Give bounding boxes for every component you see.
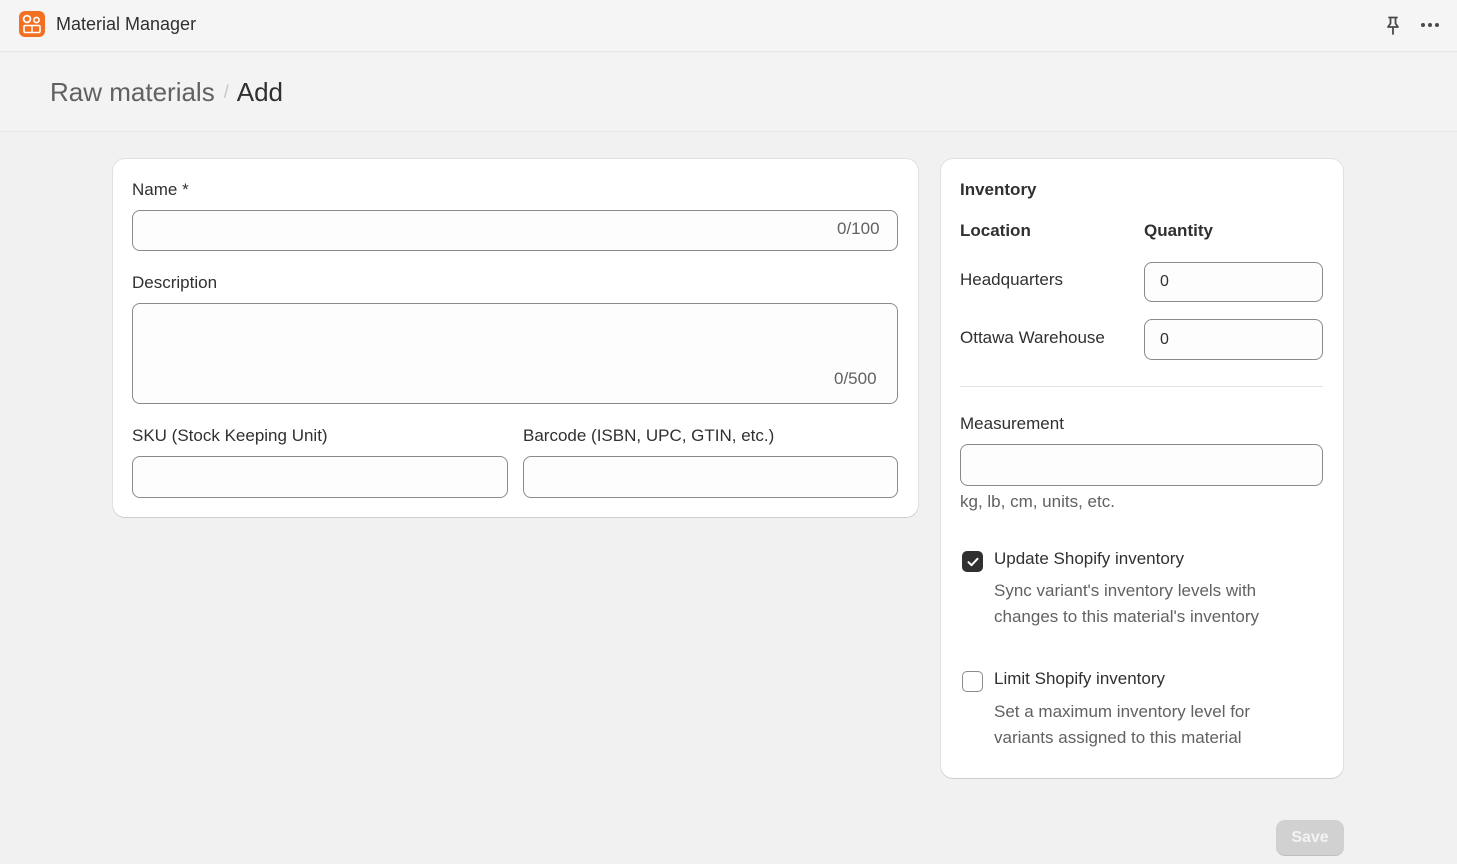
app-title: Material Manager bbox=[56, 14, 197, 34]
save-button[interactable]: Save bbox=[1276, 820, 1344, 856]
breadcrumb: Raw materials / Add bbox=[50, 76, 283, 111]
measurement-input[interactable] bbox=[960, 444, 1323, 486]
pin-icon[interactable] bbox=[1383, 15, 1403, 37]
update-shopify-inventory-description: Sync variant's inventory levels with cha… bbox=[994, 581, 1259, 626]
quantity-input-ottawa-warehouse[interactable] bbox=[1144, 319, 1323, 360]
inventory-card: Inventory Location Quantity Headquarters… bbox=[941, 159, 1343, 778]
barcode-label: Barcode (ISBN, UPC, GTIN, etc.) bbox=[523, 426, 775, 445]
description-char-counter: 0/500 bbox=[834, 369, 877, 388]
description-label: Description bbox=[132, 273, 218, 292]
sku-label: SKU (Stock Keeping Unit) bbox=[132, 426, 328, 445]
page-title: Add bbox=[236, 77, 283, 107]
section-divider bbox=[960, 386, 1323, 387]
description-textarea[interactable] bbox=[132, 303, 898, 404]
name-input[interactable] bbox=[132, 210, 898, 251]
breadcrumb-separator: / bbox=[223, 82, 229, 102]
location-name-headquarters: Headquarters bbox=[960, 270, 1064, 289]
sku-input[interactable] bbox=[132, 456, 508, 498]
inventory-title: Inventory bbox=[960, 180, 1037, 199]
location-column-header: Location bbox=[960, 221, 1031, 240]
checkmark-icon bbox=[967, 557, 979, 567]
location-name-ottawa-warehouse: Ottawa Warehouse bbox=[960, 328, 1105, 347]
name-char-counter: 0/100 bbox=[837, 219, 880, 238]
measurement-hint: kg, lb, cm, units, etc. bbox=[960, 492, 1115, 511]
measurement-label: Measurement bbox=[960, 414, 1064, 433]
quantity-input-headquarters[interactable] bbox=[1144, 262, 1323, 302]
app-logo-icon bbox=[19, 11, 45, 37]
material-details-card: Name * 0/100 Description 0/500 SKU (Stoc… bbox=[113, 159, 918, 517]
quantity-column-header: Quantity bbox=[1144, 221, 1213, 240]
limit-shopify-inventory-label[interactable]: Limit Shopify inventory bbox=[994, 668, 1165, 690]
limit-shopify-inventory-checkbox[interactable] bbox=[962, 671, 983, 692]
name-label: Name * bbox=[132, 180, 189, 199]
breadcrumb-raw-materials-link[interactable]: Raw materials bbox=[50, 77, 215, 107]
limit-shopify-inventory-description: Set a maximum inventory level for varian… bbox=[994, 702, 1251, 747]
barcode-input[interactable] bbox=[523, 456, 898, 498]
update-shopify-inventory-checkbox[interactable] bbox=[962, 551, 983, 572]
more-horizontal-icon[interactable] bbox=[1419, 15, 1441, 37]
top-bar: Material Manager bbox=[0, 0, 1457, 52]
update-shopify-inventory-label[interactable]: Update Shopify inventory bbox=[994, 548, 1184, 570]
